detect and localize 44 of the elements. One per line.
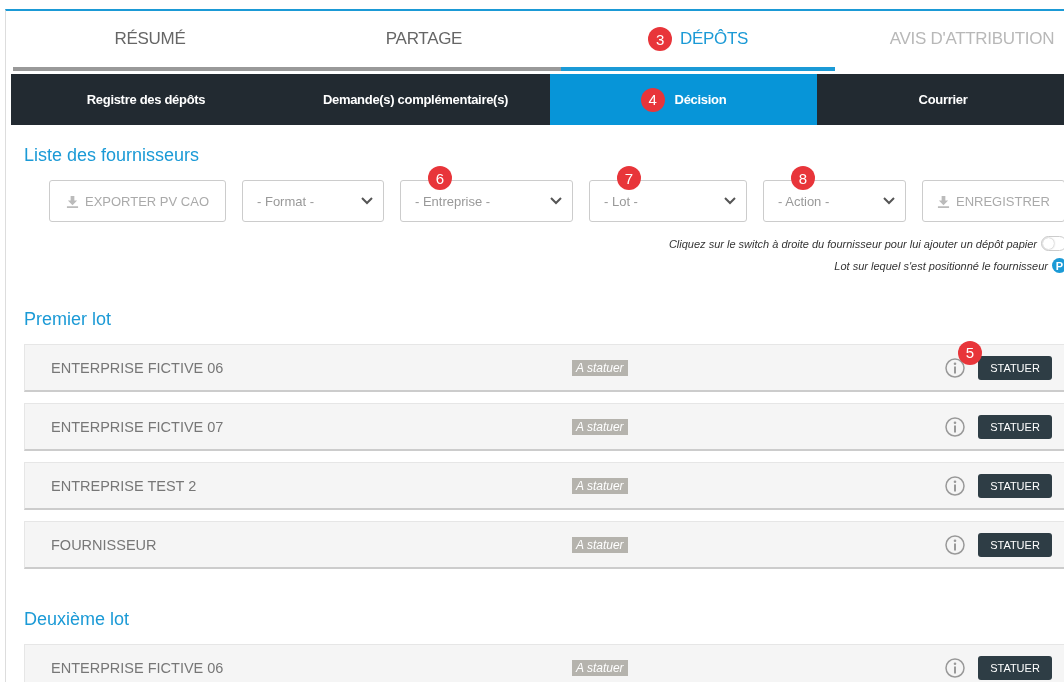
supplier-name: ENTERPRISE FICTIVE 07: [51, 418, 225, 435]
status-tag: A statuer: [572, 418, 628, 435]
info-icon[interactable]: [945, 357, 965, 378]
subtab[interactable]: Courrier: [817, 74, 1064, 125]
supplier-name: ENTREPRISE TEST 2: [51, 477, 198, 494]
chevron-down-icon: [724, 197, 736, 205]
supplier-name: FOURNISSEUR: [51, 536, 158, 553]
dropdown[interactable]: - Format -: [242, 180, 384, 222]
lot-title: Deuxième lot: [24, 609, 131, 630]
toggle-switch-icon: [1041, 236, 1064, 251]
chevron-down-icon: [550, 197, 562, 205]
step-badge: 4: [640, 87, 665, 112]
section-title: Liste des fournisseurs: [24, 145, 201, 166]
info-icon[interactable]: [945, 475, 965, 496]
step-badge: 7: [617, 166, 641, 190]
status-tag: A statuer: [572, 659, 628, 676]
step-badge: 3: [647, 27, 672, 51]
step-badge: 8: [791, 166, 815, 190]
chevron-down-icon: [883, 197, 895, 205]
step-badge: 5: [958, 340, 982, 365]
statuer-button[interactable]: STATUER: [978, 355, 1052, 380]
status-tag: A statuer: [572, 536, 628, 553]
supplier-name: ENTERPRISE FICTIVE 06: [51, 359, 225, 376]
subtab[interactable]: Demande(s) complémentaire(s): [281, 74, 550, 125]
statuer-button[interactable]: STATUER: [978, 532, 1052, 557]
supplier-name: ENTERPRISE FICTIVE 06: [51, 659, 225, 676]
info-icon[interactable]: [945, 657, 965, 678]
statuer-button[interactable]: STATUER: [978, 473, 1052, 498]
info-icon[interactable]: [945, 416, 965, 437]
chevron-down-icon: [361, 197, 373, 205]
statuer-button[interactable]: STATUER: [978, 655, 1052, 680]
status-tag: A statuer: [572, 359, 628, 376]
legend-text: Lot sur lequel s'est positionné le fournisseur: [834, 259, 1048, 272]
legend-text: Cliquez sur le switch à droite du fournisseur pour lui ajouter un dépôt papier: [668, 237, 1037, 250]
lot-marker-icon: P: [1052, 258, 1064, 273]
step-badge: 6: [428, 166, 452, 190]
status-tag: A statuer: [572, 477, 628, 494]
lot-title: Premier lot: [24, 309, 113, 330]
info-icon[interactable]: [945, 534, 965, 555]
download-icon: [937, 194, 950, 208]
subtab[interactable]: Registre des dépôts: [11, 74, 281, 125]
download-icon: [66, 194, 79, 208]
subtab[interactable]: 4 Décision: [550, 74, 817, 125]
statuer-button[interactable]: STATUER: [978, 414, 1052, 439]
